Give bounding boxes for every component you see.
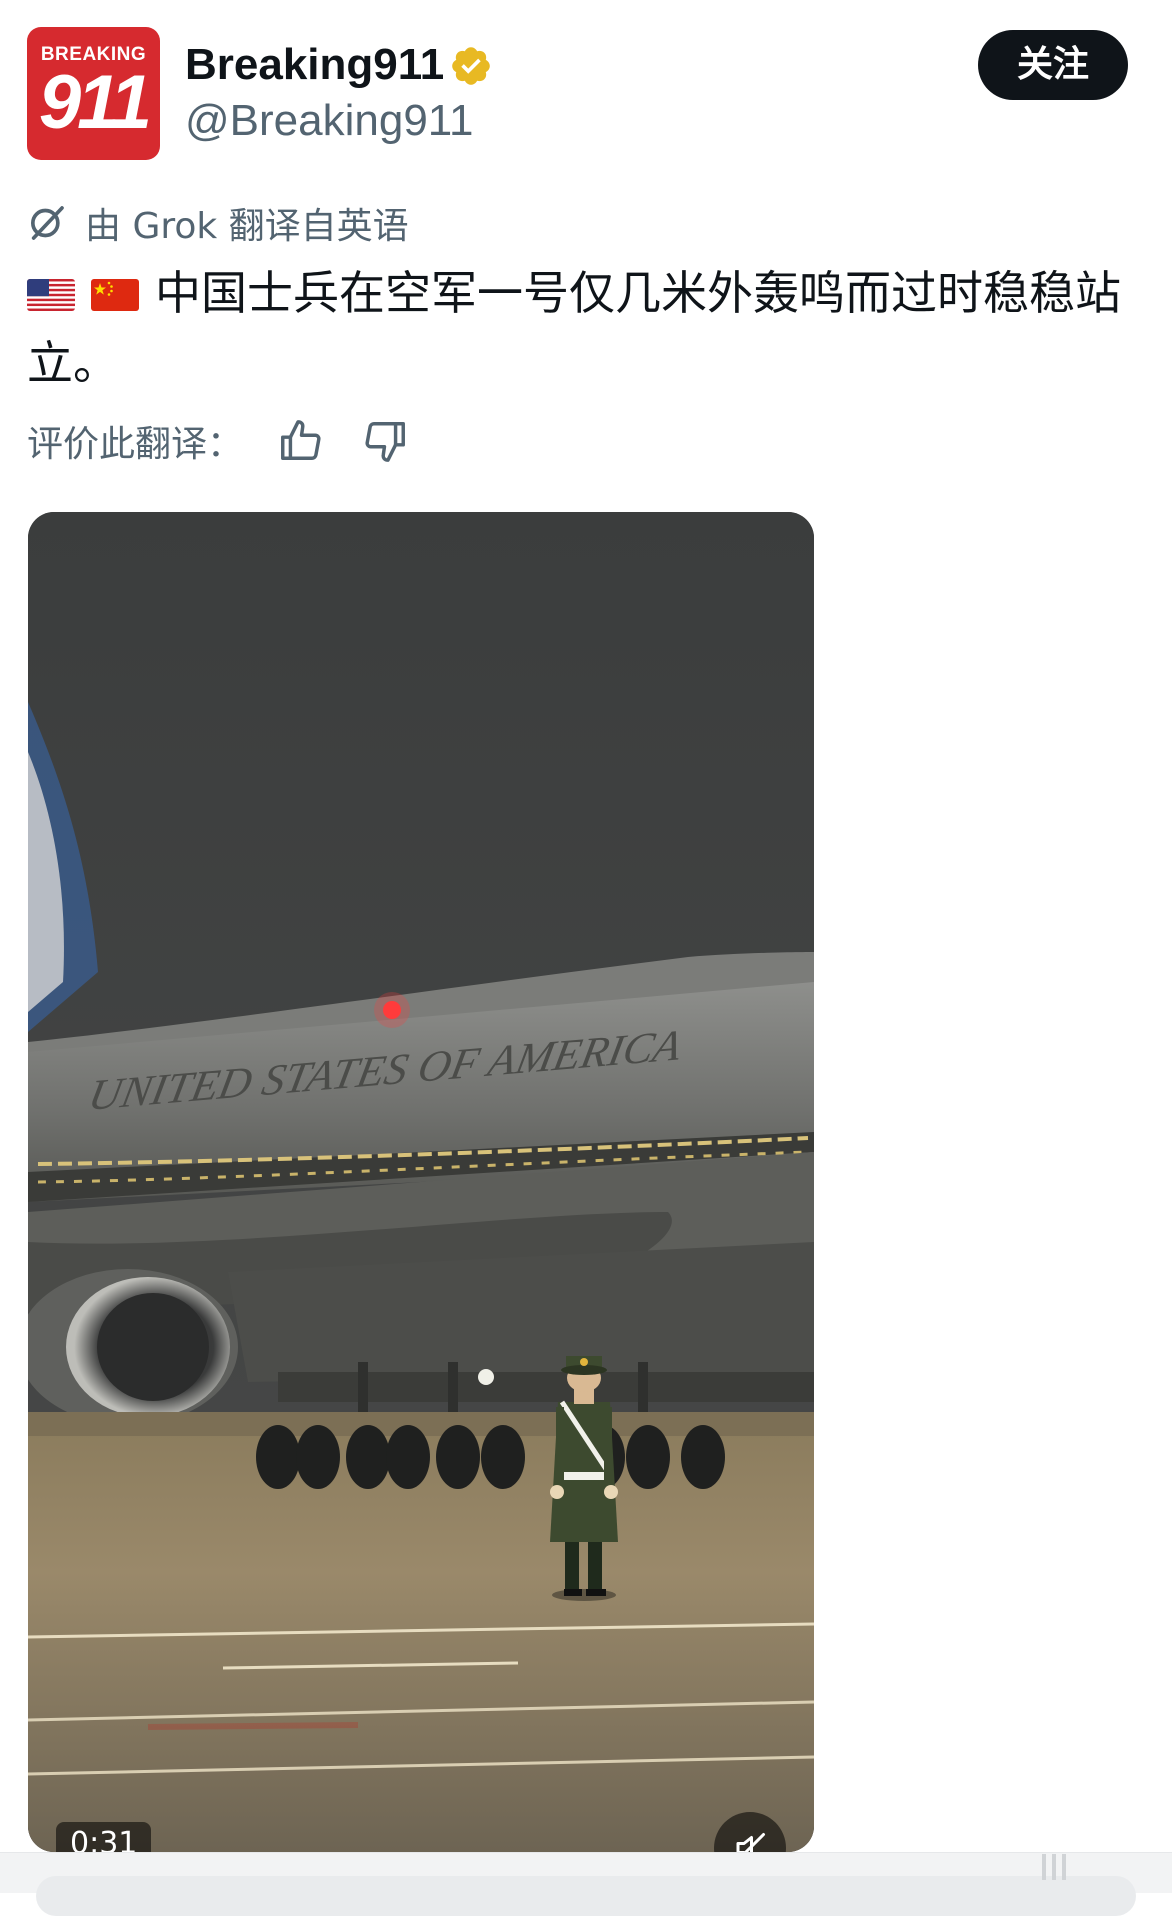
video-duration: 0:31 [56, 1822, 152, 1852]
translation-notice-text: 由 Grok 翻译自英语 [85, 206, 409, 247]
thumbs-up-icon[interactable] [277, 418, 323, 464]
tweet-text: 中国士兵在空军一号仅几米外轰鸣而过时稳稳站立。 [27, 258, 1137, 398]
author-avatar[interactable]: BREAKING 911 [27, 27, 160, 160]
thumbs-down-icon[interactable] [363, 418, 409, 464]
rate-translation-row: 评价此翻译： [27, 414, 449, 468]
author-handle[interactable]: @Breaking911 [185, 96, 473, 146]
muted-speaker-icon [736, 1833, 765, 1852]
cn-flag-icon [91, 279, 139, 311]
video-player[interactable]: UNITED STATES OF AMERICA 0:31 [28, 512, 814, 1852]
reply-bar[interactable] [36, 1876, 1136, 1916]
verified-badge-icon [452, 47, 490, 85]
video-frame: UNITED STATES OF AMERICA [28, 512, 814, 1852]
translation-notice[interactable]: 由 Grok 翻译自英语 [27, 198, 409, 248]
avatar-number-text: 911 [38, 60, 152, 145]
scroll-indicator [1042, 1854, 1082, 1880]
us-flag-icon [27, 279, 75, 311]
author-display-name[interactable]: Breaking911 [185, 40, 444, 90]
grok-icon [31, 206, 64, 240]
rate-translation-label: 评价此翻译： [27, 424, 244, 465]
tweet-body-text: 中国士兵在空军一号仅几米外轰鸣而过时稳稳站立。 [27, 266, 1121, 390]
follow-button[interactable]: 关注 [978, 30, 1128, 100]
